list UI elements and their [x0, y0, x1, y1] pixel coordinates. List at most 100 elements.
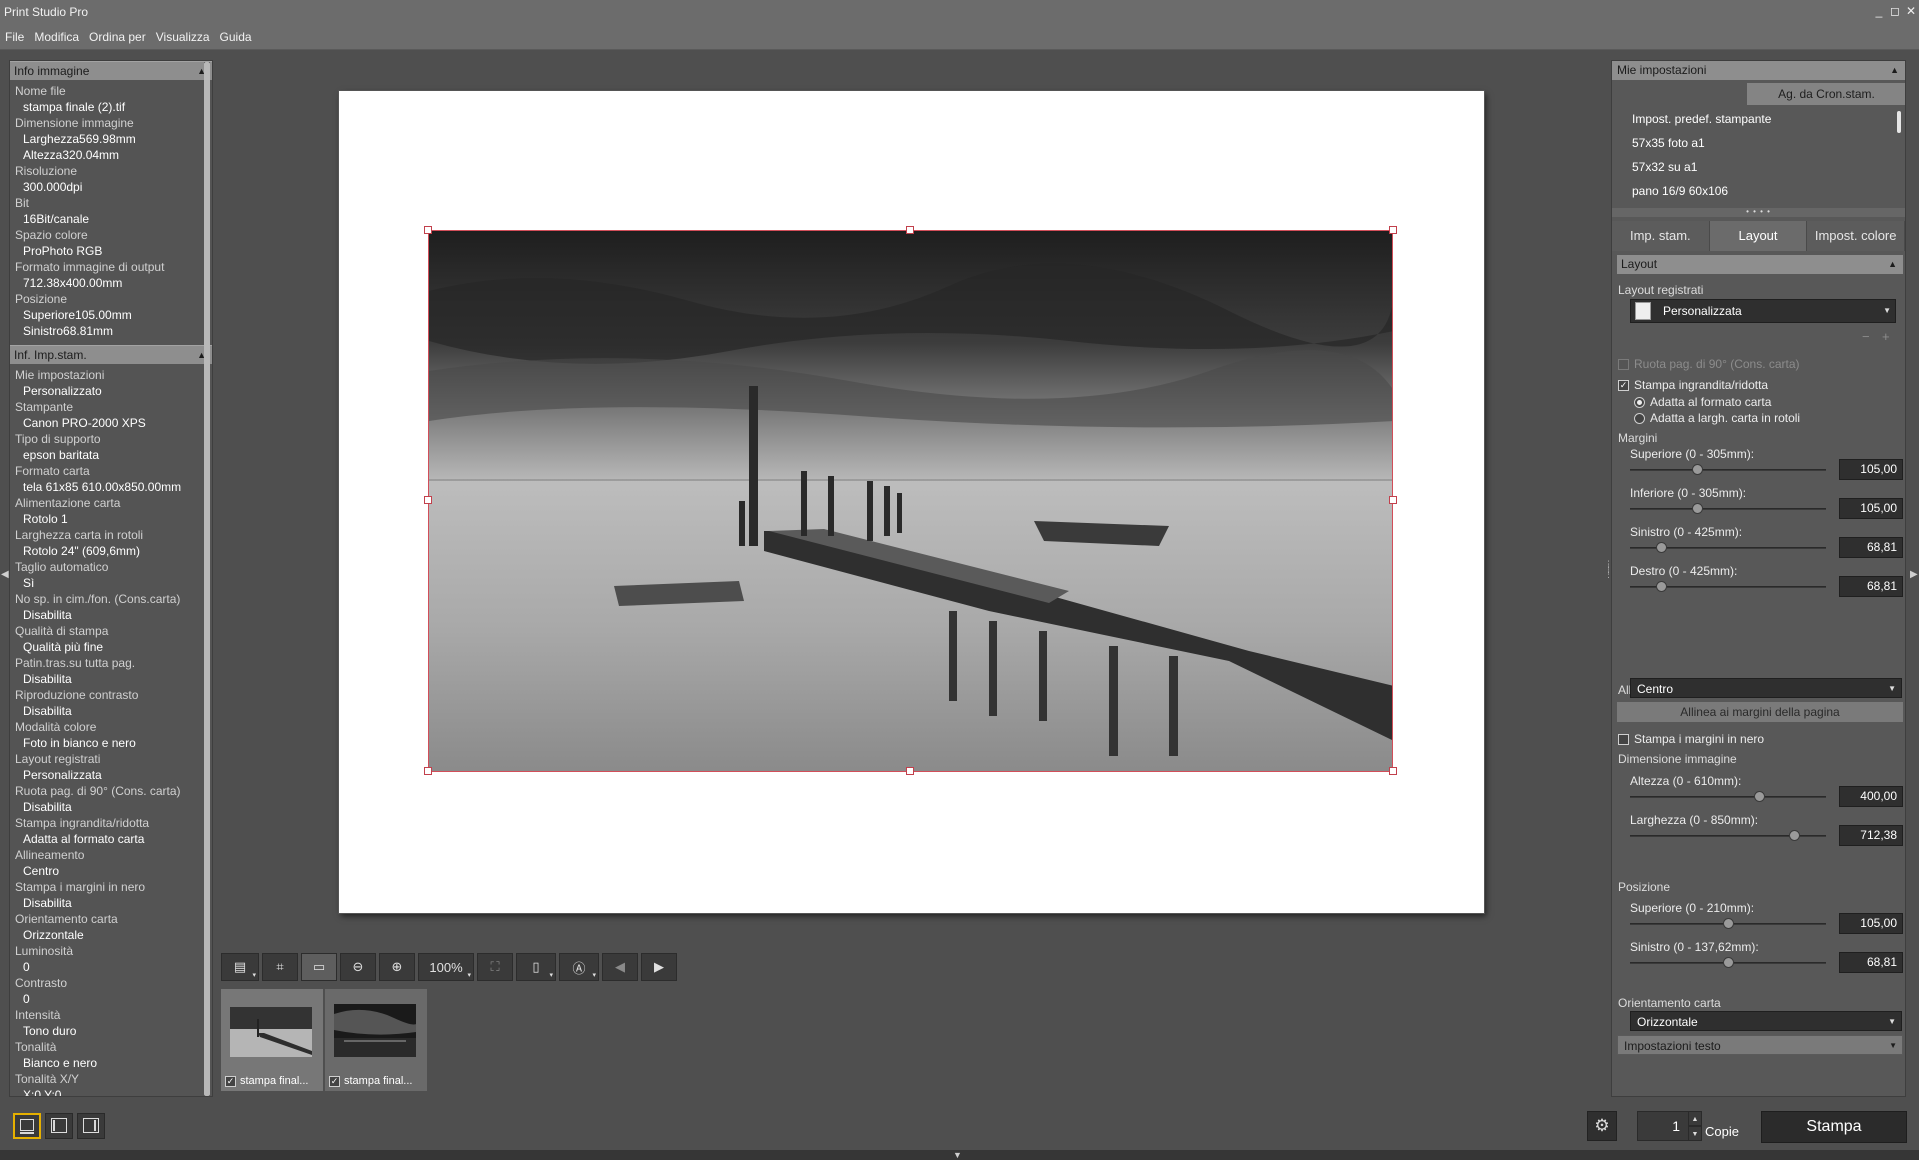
- copies-input[interactable]: 1: [1637, 1111, 1689, 1141]
- zoom-level-dropdown[interactable]: 100% ▾: [418, 953, 474, 981]
- menu-edit[interactable]: Modifica: [29, 30, 84, 44]
- registered-layouts-dropdown[interactable]: Personalizzata ▼: [1630, 299, 1896, 323]
- slider-track[interactable]: [1630, 796, 1826, 798]
- view-single-button[interactable]: [13, 1113, 41, 1139]
- restore-button[interactable]: ◻: [1887, 0, 1903, 24]
- preset-scrollbar[interactable]: [1897, 111, 1901, 133]
- collapse-up-icon[interactable]: ▲: [1890, 61, 1899, 80]
- minimize-button[interactable]: _: [1871, 0, 1887, 24]
- expand-down-icon[interactable]: ▼: [953, 1150, 962, 1160]
- collapse-right-icon[interactable]: ▶: [1910, 568, 1918, 582]
- settings-button[interactable]: ⚙: [1587, 1111, 1617, 1141]
- value-field[interactable]: 105,00: [1839, 913, 1903, 934]
- info-panel: Info immagine ▲ Nome file stampa finale (2…: [9, 60, 213, 1097]
- slider-knob[interactable]: [1723, 918, 1734, 929]
- alignment-dropdown[interactable]: Centro ▼: [1630, 678, 1902, 698]
- preset-item[interactable]: Impost. predef. stampante: [1612, 107, 1905, 131]
- resize-handle[interactable]: [906, 226, 914, 234]
- value-field[interactable]: 68,81: [1839, 537, 1903, 558]
- text-button[interactable]: Ⓐ ▾: [559, 953, 599, 981]
- fit-window-button[interactable]: ⛶: [477, 953, 513, 981]
- preset-item[interactable]: 57x35 foto a1: [1612, 131, 1905, 155]
- menu-sort[interactable]: Ordina per: [84, 30, 151, 44]
- tab-printer-settings[interactable]: Imp. stam.: [1612, 221, 1710, 251]
- collapse-up-icon[interactable]: ▲: [1888, 255, 1897, 274]
- resize-handle[interactable]: [424, 496, 432, 504]
- layout-section-header[interactable]: Layout ▲: [1617, 255, 1903, 274]
- slider-knob[interactable]: [1691, 464, 1703, 475]
- thumbnail-item[interactable]: ✓ stampa final...: [325, 989, 427, 1091]
- print-image[interactable]: [428, 230, 1393, 772]
- remove-layout-icon[interactable]: −: [1862, 329, 1870, 344]
- next-image-button[interactable]: ▶: [641, 953, 677, 981]
- crop-button[interactable]: ⌗: [262, 953, 298, 981]
- page-button[interactable]: ▯ ▾: [516, 953, 556, 981]
- slider-label: Superiore (0 - 210mm):: [1630, 901, 1755, 915]
- scale-print-checkbox[interactable]: ✓: [1618, 380, 1629, 391]
- slider-knob[interactable]: [1723, 957, 1734, 968]
- value-field[interactable]: 712,38: [1839, 825, 1903, 846]
- my-settings-header[interactable]: Mie impostazioni ▲: [1612, 61, 1905, 80]
- slider-track[interactable]: [1630, 508, 1826, 510]
- thumbnail-item[interactable]: ✓ stampa final...: [221, 989, 323, 1091]
- zoom-in-button[interactable]: ⊕: [379, 953, 415, 981]
- tab-color-settings[interactable]: Impost. colore: [1807, 221, 1905, 251]
- slider-knob[interactable]: [1691, 503, 1703, 514]
- fit-roll-radio[interactable]: [1634, 413, 1645, 424]
- rotate-page-checkbox[interactable]: [1618, 359, 1629, 370]
- orientation-dropdown[interactable]: Orizzontale ▼: [1630, 1011, 1902, 1031]
- view-left-button[interactable]: [45, 1113, 73, 1139]
- slider-track[interactable]: [1630, 469, 1826, 471]
- menu-help[interactable]: Guida: [215, 30, 257, 44]
- close-button[interactable]: ✕: [1903, 0, 1919, 24]
- prev-image-button[interactable]: ◀: [602, 953, 638, 981]
- splitter-grip[interactable]: • • • •: [1612, 208, 1905, 217]
- preset-item[interactable]: pano 16/9 60x106: [1612, 179, 1905, 203]
- resize-handle[interactable]: [1389, 767, 1397, 775]
- slider-knob[interactable]: [1789, 830, 1801, 841]
- scrollbar-thumb[interactable]: [204, 62, 210, 1096]
- value-field[interactable]: 68,81: [1839, 576, 1903, 597]
- black-margins-checkbox[interactable]: [1618, 734, 1629, 745]
- tab-layout[interactable]: Layout: [1709, 221, 1808, 251]
- value-field[interactable]: 105,00: [1839, 498, 1903, 519]
- resize-handle[interactable]: [424, 767, 432, 775]
- print-settings-button[interactable]: ▤ ▾: [221, 953, 259, 981]
- info-label: Patin.tras.su tutta pag.: [15, 656, 136, 670]
- value-field[interactable]: 105,00: [1839, 459, 1903, 480]
- resize-handle[interactable]: [906, 767, 914, 775]
- info-value: Larghezza569.98mm: [23, 132, 136, 146]
- print-info-header[interactable]: Inf. Imp.stam. ▲: [10, 345, 212, 364]
- view-single-icon: [20, 1119, 34, 1131]
- slider-knob[interactable]: [1656, 542, 1668, 553]
- resize-handle[interactable]: [1389, 226, 1397, 234]
- spin-down-icon[interactable]: ▼: [1688, 1126, 1702, 1141]
- slider-knob[interactable]: [1656, 581, 1668, 592]
- image-info-header[interactable]: Info immagine ▲: [10, 61, 212, 80]
- value-field[interactable]: 400,00: [1839, 786, 1903, 807]
- preset-item[interactable]: 57x32 su a1: [1612, 155, 1905, 179]
- thumbnail-checkbox[interactable]: ✓: [329, 1075, 340, 1087]
- zoom-out-button[interactable]: ⊖: [340, 953, 376, 981]
- view-right-button[interactable]: [77, 1113, 105, 1139]
- add-from-history-button[interactable]: Ag. da Cron.stam.: [1747, 83, 1905, 105]
- spin-up-icon[interactable]: ▲: [1688, 1111, 1702, 1126]
- info-panel-scrollbar[interactable]: [204, 62, 210, 1096]
- text-settings-section[interactable]: Impostazioni testo ▼: [1617, 1035, 1903, 1055]
- copies-spinner[interactable]: ▲ ▼: [1688, 1111, 1702, 1141]
- menu-view[interactable]: Visualizza: [151, 30, 215, 44]
- resize-handle[interactable]: [424, 226, 432, 234]
- fit-paper-radio[interactable]: [1634, 397, 1645, 408]
- resize-handle[interactable]: [1389, 496, 1397, 504]
- menu-file[interactable]: File: [0, 30, 29, 44]
- thumbnail-checkbox[interactable]: ✓: [225, 1075, 236, 1087]
- print-settings-icon: ▤: [233, 959, 247, 974]
- slider-knob[interactable]: [1753, 791, 1765, 802]
- collapse-left-icon[interactable]: ◀: [1, 568, 9, 582]
- add-layout-icon[interactable]: +: [1882, 329, 1890, 344]
- align-to-margins-button[interactable]: Allinea ai margini della pagina: [1617, 702, 1903, 722]
- layout-button[interactable]: ▭: [301, 953, 337, 981]
- print-button[interactable]: Stampa: [1761, 1111, 1907, 1143]
- info-value: tela 61x85 610.00x850.00mm: [23, 480, 182, 494]
- value-field[interactable]: 68,81: [1839, 952, 1903, 973]
